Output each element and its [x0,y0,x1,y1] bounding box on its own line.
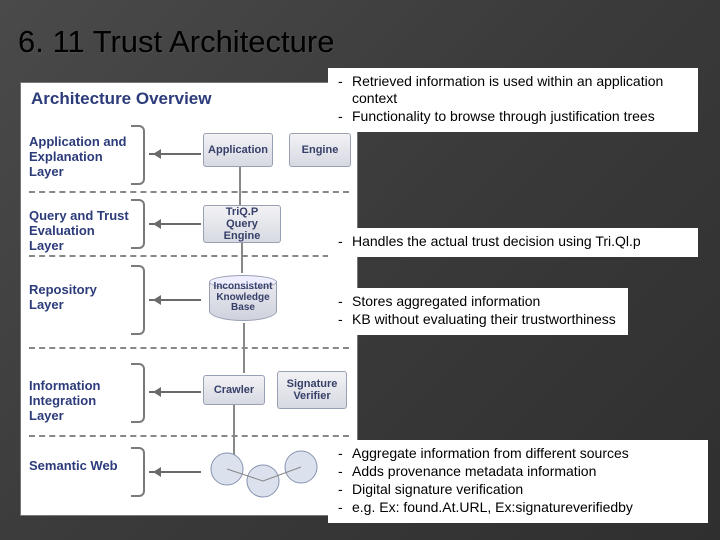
note-3: Stores aggregated information KB without… [328,288,628,335]
note-item: Handles the actual trust decision using … [334,233,692,250]
box-text: Verifier [293,390,330,402]
note-item: KB without evaluating their trustworthin… [334,311,622,328]
layer-label-2: Query and Trust Evaluation Layer [29,209,131,254]
cylinder-kb: InconsistentKnowledgeBase [209,275,277,321]
connector [243,323,245,373]
page-title: 6. 11 Trust Architecture [18,24,702,60]
box-signature-verifier: SignatureVerifier [277,371,347,409]
note-item: Digital signature verification [334,481,702,498]
layer-label-text: Query and Trust [29,208,129,223]
arrow-icon [149,471,201,473]
layer-label-text: Explanation Layer [29,149,103,179]
brace-icon [131,447,145,497]
box-text: Base [231,302,255,313]
layer-label-1: Application and Explanation Layer [29,135,131,180]
globe-icon [207,449,327,507]
layer-label-text: Integration Layer [29,393,96,423]
brace-icon [131,265,145,335]
separator [29,435,349,437]
layer-label-text: Evaluation Layer [29,223,95,253]
layer-label-3: Repository Layer [29,283,131,313]
layer-label-4: Information Integration Layer [29,379,131,424]
note-item: Retrieved information is used within an … [334,73,692,107]
separator [29,191,349,193]
arrow-icon [149,223,201,225]
note-4: Aggregate information from different sou… [328,440,708,523]
note-1: Retrieved information is used within an … [328,68,698,132]
connector [239,167,241,205]
slide: 6. 11 Trust Architecture Architecture Ov… [0,0,720,540]
box-query-engine: TriQ.PQuery Engine [203,205,281,243]
box-text: Signature [287,378,338,390]
note-2: Handles the actual trust decision using … [328,228,698,257]
overview-title: Architecture Overview [31,89,211,109]
note-item: Adds provenance metadata information [334,463,702,480]
separator [29,255,349,257]
box-crawler: Crawler [203,375,265,405]
separator [29,347,349,349]
box-text: Knowledge [216,292,269,303]
box-engine: Engine [289,133,351,167]
connector [241,243,243,273]
architecture-diagram: Architecture Overview Application and Ex… [20,82,358,516]
brace-icon [131,363,145,423]
box-application: Application [203,133,273,167]
layer-label-text: Information [29,378,101,393]
layer-label-text: Repository Layer [29,282,97,312]
box-text: TriQ.P [226,206,258,218]
brace-icon [131,125,145,185]
note-item: Stores aggregated information [334,293,622,310]
note-item: e.g. Ex: found.At.URL, Ex:signatureverif… [334,499,702,516]
note-item: Aggregate information from different sou… [334,445,702,462]
layer-label-5: Semantic Web [29,459,131,474]
note-item: Functionality to browse through justific… [334,108,692,125]
arrow-icon [149,153,201,155]
arrow-icon [149,391,201,393]
arrow-icon [149,299,201,301]
brace-icon [131,199,145,249]
box-text: Inconsistent [214,281,273,292]
layer-label-text: Application and [29,134,127,149]
box-text: Query Engine [224,218,261,242]
layer-label-text: Semantic Web [29,458,118,473]
